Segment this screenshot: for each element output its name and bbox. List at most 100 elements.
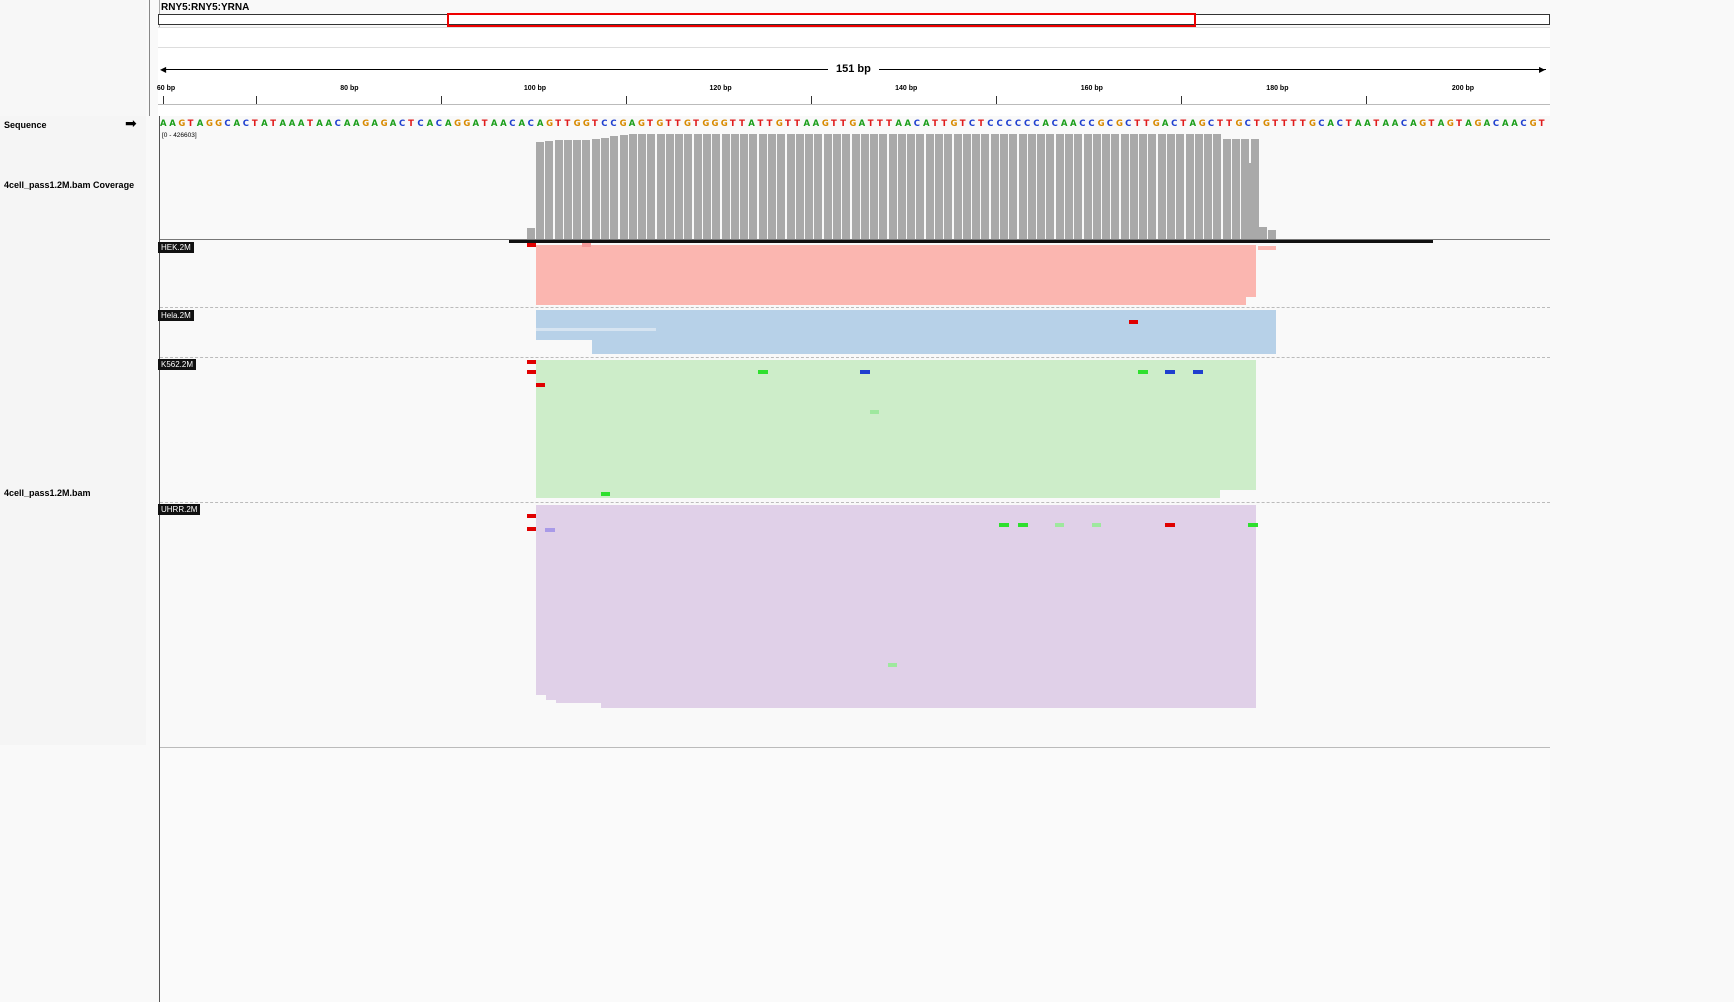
coverage-bar[interactable]	[1129, 134, 1138, 240]
coverage-bar[interactable]	[944, 134, 953, 240]
mismatch-marker[interactable]	[527, 514, 536, 518]
coverage-bar[interactable]	[638, 134, 647, 240]
mismatch-marker[interactable]	[999, 523, 1009, 527]
panel-divider[interactable]	[149, 0, 150, 116]
coverage-bar[interactable]	[981, 134, 990, 240]
coverage-bar[interactable]	[721, 134, 730, 240]
coverage-bar[interactable]	[805, 134, 814, 240]
coverage-bar[interactable]	[1139, 134, 1148, 240]
sequence-track-name[interactable]: Sequence	[4, 120, 47, 130]
coverage-bar[interactable]	[1074, 134, 1083, 240]
read-segment[interactable]	[1246, 297, 1256, 305]
coverage-bar[interactable]	[619, 135, 628, 240]
coverage-bar[interactable]	[870, 134, 879, 240]
coverage-bar[interactable]	[1232, 139, 1240, 240]
mismatch-marker[interactable]	[527, 360, 536, 364]
coverage-bar[interactable]	[1000, 134, 1008, 240]
coverage-bar[interactable]	[730, 134, 739, 240]
coverage-bar[interactable]	[1027, 134, 1036, 240]
coverage-bar[interactable]	[832, 134, 841, 240]
coverage-bar[interactable]	[1167, 134, 1176, 240]
coverage-bar[interactable]	[628, 134, 637, 240]
coverage-bar[interactable]	[545, 141, 554, 240]
sample-label[interactable]: UHRR.2M	[158, 504, 201, 515]
coverage-bar[interactable]	[647, 134, 656, 240]
read-segment[interactable]	[536, 340, 592, 354]
coverage-bar[interactable]	[749, 134, 758, 240]
mismatch-marker[interactable]	[888, 663, 897, 667]
coverage-bar[interactable]	[786, 134, 795, 240]
coverage-bar[interactable]	[1018, 134, 1027, 240]
mismatch-marker[interactable]	[536, 383, 545, 387]
coverage-bar[interactable]	[897, 134, 906, 240]
coverage-bar[interactable]	[935, 134, 944, 240]
coverage-bar[interactable]	[1213, 134, 1222, 240]
mismatch-marker[interactable]	[582, 243, 591, 247]
coverage-bar[interactable]	[1120, 134, 1129, 240]
coverage-bar[interactable]	[573, 140, 582, 240]
coverage-bar[interactable]	[888, 134, 897, 240]
coverage-bar[interactable]	[972, 134, 981, 240]
read-pileup[interactable]	[536, 310, 1276, 354]
coverage-bar[interactable]	[1102, 134, 1111, 240]
mismatch-marker[interactable]	[527, 243, 536, 247]
coverage-bar[interactable]	[1046, 134, 1055, 240]
coverage-bar[interactable]	[563, 140, 572, 240]
mismatch-marker[interactable]	[1165, 523, 1175, 527]
coverage-bar[interactable]	[1111, 134, 1120, 240]
coverage-bar[interactable]	[860, 134, 869, 240]
coverage-bar[interactable]	[582, 140, 591, 240]
coverage-bar[interactable]	[851, 134, 860, 240]
gene-feature[interactable]	[509, 240, 1433, 243]
coverage-bar[interactable]	[1204, 134, 1213, 240]
coverage-track-name[interactable]: 4cell_pass1.2M.bam Coverage	[4, 180, 134, 190]
read-segment[interactable]	[1220, 490, 1256, 498]
coverage-bar[interactable]	[536, 142, 544, 240]
mismatch-marker[interactable]	[758, 370, 768, 374]
read-segment[interactable]	[556, 703, 601, 708]
coverage-bar[interactable]	[703, 134, 712, 240]
coverage-bar[interactable]	[1009, 134, 1018, 240]
mismatch-marker[interactable]	[527, 370, 536, 374]
coverage-bar[interactable]	[675, 134, 684, 240]
read-pileup[interactable]	[536, 360, 1256, 498]
coverage-bar[interactable]	[610, 136, 619, 240]
coverage-bar[interactable]	[823, 134, 832, 240]
arrow-right-icon[interactable]: ➡	[125, 115, 137, 132]
coverage-bar[interactable]	[758, 134, 767, 240]
coverage-bar[interactable]	[842, 134, 851, 240]
coverage-bar[interactable]	[907, 134, 916, 240]
coverage-bar[interactable]	[712, 134, 721, 240]
mismatch-marker[interactable]	[1018, 523, 1028, 527]
sample-label[interactable]: HEK.2M	[158, 242, 194, 253]
sample-label[interactable]: Hela.2M	[158, 310, 194, 321]
coverage-bar[interactable]	[777, 134, 786, 240]
mismatch-marker[interactable]	[1055, 523, 1064, 527]
coverage-track[interactable]	[160, 130, 1550, 240]
read-segment[interactable]	[1258, 246, 1276, 250]
coverage-bar[interactable]	[591, 139, 600, 240]
coverage-bar[interactable]	[665, 134, 674, 240]
coverage-bar[interactable]	[1148, 134, 1157, 240]
read-pileup[interactable]	[536, 245, 1256, 305]
coverage-bar[interactable]	[879, 134, 888, 240]
coverage-bar[interactable]	[656, 134, 665, 240]
coverage-bar[interactable]	[925, 134, 934, 240]
read-segment[interactable]	[536, 695, 546, 708]
mismatch-marker[interactable]	[1165, 370, 1175, 374]
coverage-bar[interactable]	[990, 134, 999, 240]
mismatch-marker[interactable]	[1129, 320, 1138, 324]
sample-label[interactable]: K562.2M	[158, 359, 197, 370]
coverage-bar[interactable]	[1055, 134, 1064, 240]
current-view-indicator[interactable]	[447, 13, 1196, 27]
coverage-bar[interactable]	[693, 134, 702, 240]
coverage-bar[interactable]	[916, 134, 925, 240]
coverage-bar[interactable]	[1037, 134, 1046, 240]
coverage-bar[interactable]	[1194, 134, 1203, 240]
mismatch-marker[interactable]	[860, 370, 870, 374]
alignment-track-name[interactable]: 4cell_pass1.2M.bam	[4, 488, 91, 498]
coverage-bar[interactable]	[1185, 134, 1194, 240]
mismatch-marker[interactable]	[1248, 523, 1258, 527]
read-segment[interactable]	[536, 328, 656, 331]
coverage-bar[interactable]	[1092, 134, 1101, 240]
